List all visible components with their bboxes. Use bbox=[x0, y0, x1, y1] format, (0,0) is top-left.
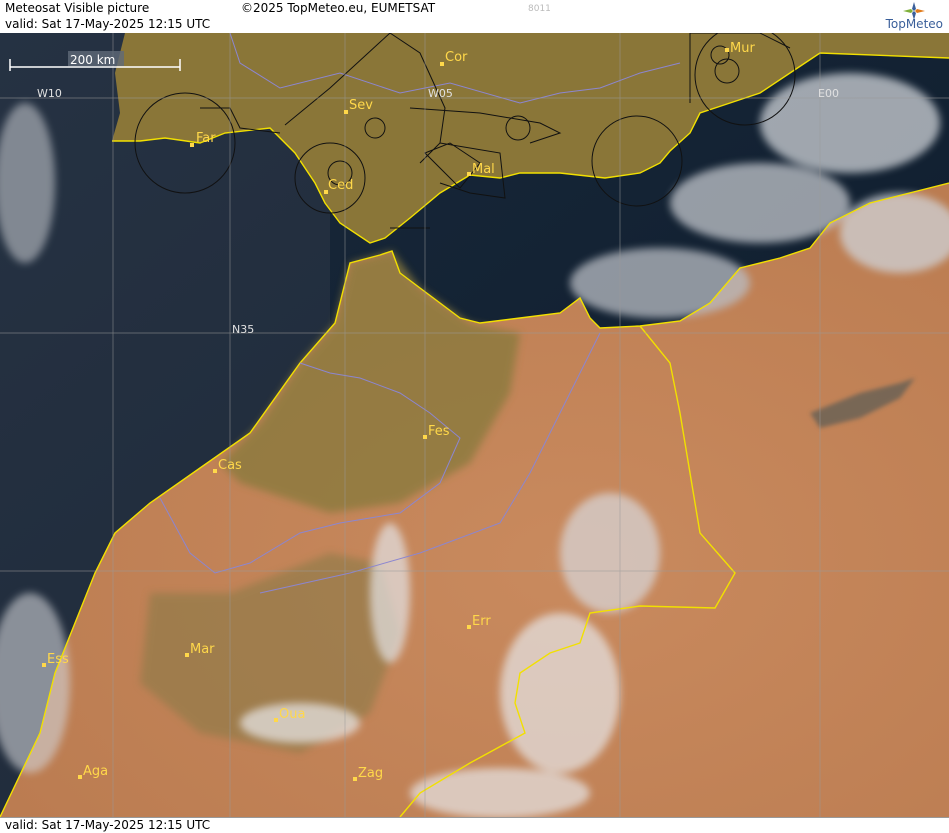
city-label-sev: Sev bbox=[349, 98, 373, 113]
footer-valid-time: valid: Sat 17-May-2025 12:15 UTC bbox=[5, 818, 211, 832]
city-label-ced: Ced bbox=[328, 178, 353, 193]
city-label-fes: Fes bbox=[428, 424, 450, 439]
scale-bar-label: 200 km bbox=[70, 53, 115, 67]
header-bar: Meteosat Visible picture valid: Sat 17-M… bbox=[0, 0, 949, 34]
city-label-zag: Zag bbox=[358, 766, 383, 781]
city-label-ess: Ess bbox=[47, 652, 69, 667]
satellite-viewer: Meteosat Visible picture valid: Sat 17-M… bbox=[0, 0, 949, 833]
image-title: Meteosat Visible picture bbox=[5, 1, 150, 15]
grid-label-n35: N35 bbox=[232, 323, 254, 336]
image-code: 8011 bbox=[528, 4, 551, 14]
map-canvas: W10 W05 E00 N35 200 km Far Sev Cor Mur C… bbox=[0, 33, 949, 817]
city-label-cas: Cas bbox=[218, 458, 242, 473]
footer-bar: valid: Sat 17-May-2025 12:15 UTC bbox=[0, 817, 949, 833]
city-label-oua: Oua bbox=[279, 707, 305, 722]
grid-label-w10: W10 bbox=[37, 87, 62, 100]
city-label-cor: Cor bbox=[445, 50, 468, 65]
valid-time: valid: Sat 17-May-2025 12:15 UTC bbox=[5, 17, 211, 31]
copyright-text: ©2025 TopMeteo.eu, EUMETSAT bbox=[241, 1, 436, 15]
city-label-aga: Aga bbox=[83, 764, 108, 779]
city-label-mar: Mar bbox=[190, 642, 215, 657]
satellite-map[interactable]: W10 W05 E00 N35 200 km Far Sev Cor Mur C… bbox=[0, 33, 949, 817]
grid-label-e00: E00 bbox=[818, 87, 839, 100]
city-label-far: Far bbox=[196, 131, 216, 146]
city-label-mal: Mal bbox=[472, 162, 495, 177]
city-label-mur: Mur bbox=[730, 41, 755, 56]
topmeteo-logo[interactable]: TopMeteo bbox=[843, 2, 943, 32]
grid-label-w05: W05 bbox=[428, 87, 453, 100]
city-label-err: Err bbox=[472, 614, 491, 629]
brand-name: TopMeteo bbox=[885, 17, 943, 31]
